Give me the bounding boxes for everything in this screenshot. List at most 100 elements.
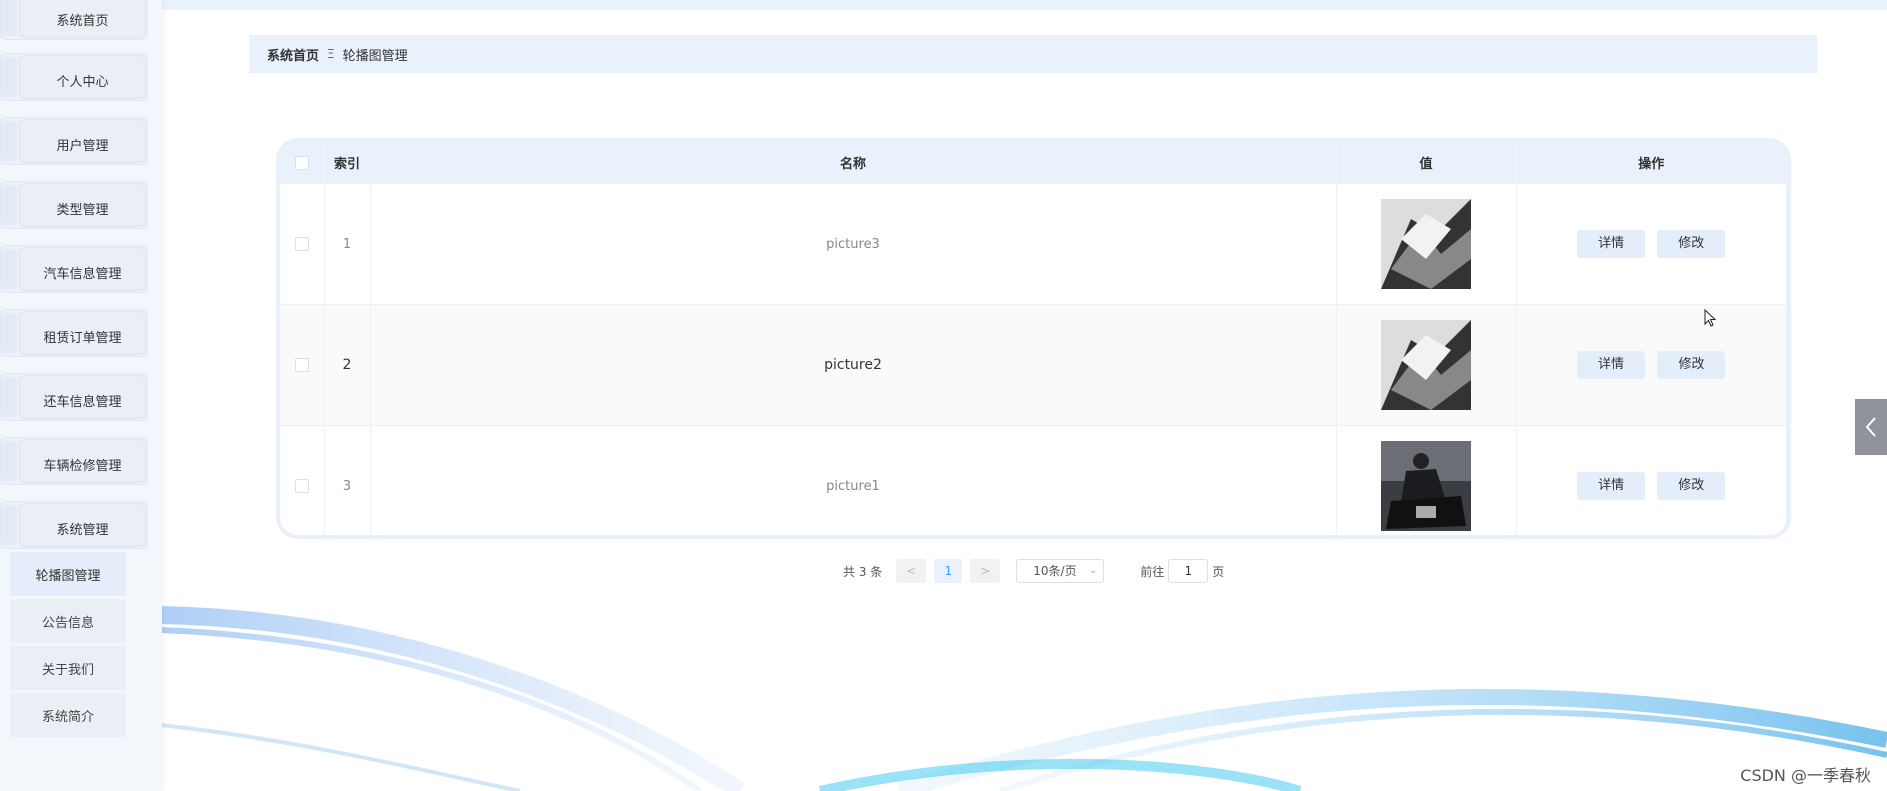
- sidebar: 系统首页 个人中心 用户管理 类型管理 汽车信息管理 租赁订单管理 还车信息管理…: [0, 0, 162, 791]
- sidebar-item-body: 用户管理: [19, 119, 146, 163]
- row-name: picture1: [370, 425, 1337, 535]
- table-row: 2 picture2 详情 修改: [280, 304, 1787, 426]
- row-index: 1: [324, 183, 371, 305]
- sidebar-item-body: 车辆检修管理: [19, 439, 146, 483]
- submenu-item-about-us[interactable]: 关于我们: [10, 646, 126, 690]
- system-submenu: 轮播图管理 公告信息 关于我们 系统简介: [10, 552, 126, 740]
- carousel-thumbnail[interactable]: [1381, 320, 1471, 410]
- sidebar-item-tab: [1, 441, 17, 481]
- row-select-cell: [280, 183, 325, 305]
- sidebar-item-label: 类型管理: [56, 202, 109, 218]
- row-name: picture3: [370, 183, 1337, 305]
- row-actions: 详情 修改: [1516, 304, 1787, 426]
- breadcrumb-home[interactable]: 系统首页: [267, 45, 319, 64]
- sidebar-item-body: 系统管理: [19, 503, 146, 547]
- watermark: CSDN @一季春秋: [1740, 766, 1871, 785]
- sidebar-item-home[interactable]: 系统首页: [0, 0, 148, 40]
- row-select-cell: [280, 425, 325, 535]
- column-header-name: 名称: [370, 142, 1337, 184]
- table-row: 3 picture1 详情 修改: [280, 425, 1787, 535]
- row-index: 2: [324, 304, 371, 426]
- mouse-cursor-icon: [1704, 309, 1717, 327]
- breadcrumb-current: 轮播图管理: [342, 48, 408, 64]
- detail-button[interactable]: 详情: [1577, 351, 1646, 379]
- sidebar-item-personal-center[interactable]: 个人中心: [0, 53, 148, 101]
- sidebar-item-tab: [1, 249, 17, 289]
- carousel-thumbnail[interactable]: [1381, 441, 1471, 531]
- top-bar: [162, 0, 1887, 10]
- sidebar-item-car-return[interactable]: 还车信息管理: [0, 373, 148, 421]
- sidebar-item-tab: [1, 121, 17, 161]
- chevron-down-icon: ⌄: [1088, 565, 1098, 576]
- sidebar-item-label: 汽车信息管理: [43, 266, 122, 282]
- sidebar-item-tab: [1, 377, 17, 417]
- edit-button[interactable]: 修改: [1657, 472, 1726, 500]
- sidebar-item-type-management[interactable]: 类型管理: [0, 181, 148, 229]
- row-select-cell: [280, 304, 325, 426]
- sidebar-item-tab: [1, 0, 17, 36]
- page-suffix-label: 页: [1212, 564, 1225, 579]
- sidebar-item-label: 车辆检修管理: [43, 458, 122, 474]
- breadcrumb-separator-icon: Ξ: [327, 47, 335, 61]
- column-header-actions: 操作: [1516, 142, 1787, 184]
- row-checkbox[interactable]: [294, 358, 309, 372]
- edit-button[interactable]: 修改: [1657, 230, 1726, 258]
- breadcrumb: 系统首页 Ξ 轮播图管理: [249, 35, 1817, 73]
- column-header-value: 值: [1336, 142, 1517, 184]
- row-index: 3: [324, 425, 371, 535]
- page-size-select[interactable]: 10条/页 ⌄: [1016, 559, 1105, 583]
- submenu-item-system-intro[interactable]: 系统简介: [10, 693, 126, 737]
- row-value-cell: [1336, 183, 1517, 305]
- detail-button[interactable]: 详情: [1577, 230, 1646, 258]
- row-value-cell: [1336, 425, 1517, 535]
- sidebar-item-label: 系统首页: [56, 13, 109, 29]
- carousel-table: 索引 名称 值 操作 1 picture3 详情 修改 2 picture2 详…: [276, 138, 1791, 539]
- detail-button[interactable]: 详情: [1577, 472, 1646, 500]
- pagination: 共 3 条 < 1 > 10条/页 ⌄ 前往 页: [843, 559, 1224, 583]
- row-checkbox[interactable]: [294, 237, 309, 251]
- sidebar-item-body: 个人中心: [19, 55, 146, 99]
- pagination-total: 共 3 条: [843, 564, 883, 579]
- sidebar-item-body: 类型管理: [19, 183, 146, 227]
- row-actions: 详情 修改: [1516, 425, 1787, 535]
- sidebar-item-tab: [1, 313, 17, 353]
- prev-page-button[interactable]: <: [896, 559, 927, 583]
- edit-button[interactable]: 修改: [1657, 351, 1726, 379]
- sidebar-item-tab: [1, 185, 17, 225]
- sidebar-item-body: 汽车信息管理: [19, 247, 146, 291]
- table-row: 1 picture3 详情 修改: [280, 183, 1787, 305]
- sidebar-item-rental-orders[interactable]: 租赁订单管理: [0, 309, 148, 357]
- collapse-panel-button[interactable]: [1855, 399, 1887, 455]
- page-number-current[interactable]: 1: [934, 559, 963, 583]
- sidebar-item-body: 还车信息管理: [19, 375, 146, 419]
- carousel-thumbnail[interactable]: [1381, 199, 1471, 289]
- table-header-row: 索引 名称 值 操作: [280, 142, 1787, 184]
- sidebar-item-label: 租赁订单管理: [43, 330, 122, 346]
- submenu-item-announcements[interactable]: 公告信息: [10, 599, 126, 643]
- sidebar-item-label: 个人中心: [56, 74, 109, 90]
- row-actions: 详情 修改: [1516, 183, 1787, 305]
- select-all-cell: [280, 142, 325, 184]
- sidebar-item-user-management[interactable]: 用户管理: [0, 117, 148, 165]
- sidebar-item-label: 系统管理: [56, 522, 109, 538]
- sidebar-item-tab: [1, 57, 17, 97]
- sidebar-item-system-management[interactable]: 系统管理: [0, 501, 148, 549]
- next-page-button[interactable]: >: [970, 559, 1001, 583]
- row-checkbox[interactable]: [294, 479, 309, 493]
- sidebar-item-label: 用户管理: [56, 138, 109, 154]
- row-value-cell: [1336, 304, 1517, 426]
- sidebar-item-vehicle-maintenance[interactable]: 车辆检修管理: [0, 437, 148, 485]
- chevron-left-icon: [1865, 417, 1876, 437]
- goto-label: 前往: [1140, 564, 1165, 579]
- goto-page-input[interactable]: [1168, 559, 1209, 583]
- sidebar-item-label: 还车信息管理: [43, 394, 122, 410]
- sidebar-item-body: 租赁订单管理: [19, 311, 146, 355]
- select-all-checkbox[interactable]: [294, 155, 309, 170]
- sidebar-item-car-info[interactable]: 汽车信息管理: [0, 245, 148, 293]
- sidebar-item-tab: [1, 505, 17, 545]
- submenu-item-carousel[interactable]: 轮播图管理: [10, 552, 126, 596]
- page-size-value: 10条/页: [1033, 564, 1077, 578]
- row-name: picture2: [370, 304, 1337, 426]
- sidebar-item-body: 系统首页: [19, 0, 146, 38]
- column-header-index: 索引: [324, 142, 371, 184]
